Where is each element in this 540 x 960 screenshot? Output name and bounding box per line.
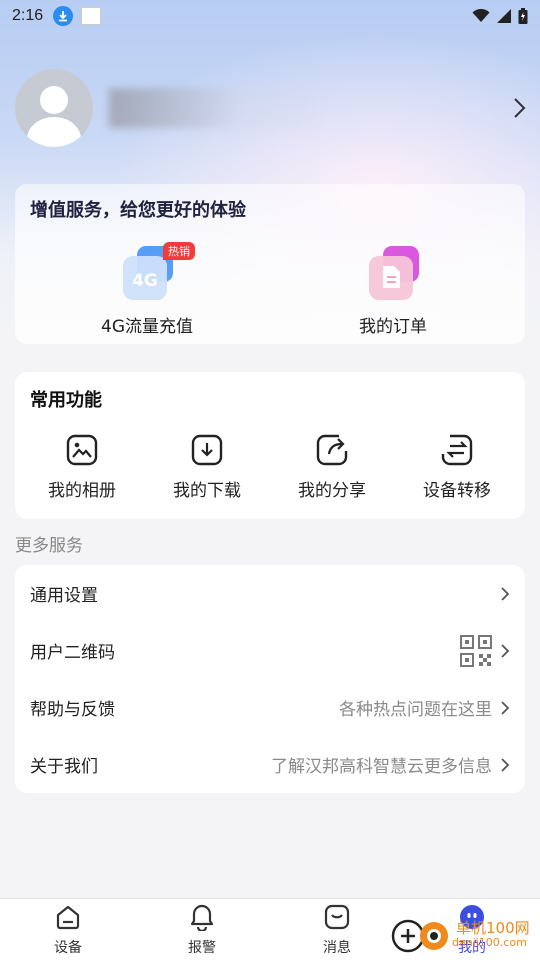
wifi-icon (472, 9, 490, 22)
bottom-tab-bar: 设备 报警 消息 我的 (0, 898, 540, 960)
my-album-label: 我的相册 (48, 481, 116, 501)
help-feedback-row[interactable]: 帮助与反馈 各种热点问题在这里 (15, 679, 525, 736)
user-qrcode-row[interactable]: 用户二维码 (15, 622, 525, 679)
device-icon (56, 905, 80, 930)
about-us-label: 关于我们 (30, 757, 98, 777)
common-functions-card: 常用功能 我的相册 我的下载 我的分享 设备转移 (15, 372, 525, 519)
more-services-caption: 更多服务 (15, 536, 83, 556)
traffic-recharge-label: 4G流量充值 (101, 317, 193, 337)
hot-sale-badge: 热销 (163, 242, 195, 260)
help-feedback-label: 帮助与反馈 (30, 700, 115, 720)
my-orders-button[interactable]: 我的订单 (313, 244, 473, 337)
battery-icon (518, 8, 528, 24)
status-bar: 2:16 (0, 0, 540, 32)
tab-device-label: 设备 (54, 940, 82, 956)
username-blurred (109, 88, 329, 128)
signal-icon (497, 9, 511, 23)
common-functions-title: 常用功能 (30, 390, 102, 411)
my-downloads-button[interactable]: 我的下载 (152, 434, 262, 501)
tab-message-label: 消息 (323, 940, 351, 956)
tab-mine[interactable]: 我的 (432, 903, 512, 957)
tab-mine-label: 我的 (458, 940, 486, 956)
user-qrcode-label: 用户二维码 (30, 643, 115, 663)
value-added-services-card: 增值服务，给您更好的体验 4G 热销 4G流量充值 我的订单 (15, 184, 525, 344)
about-us-hint: 了解汉邦高科智慧云更多信息 (271, 757, 492, 777)
album-icon (66, 434, 98, 466)
chevron-right-icon (501, 643, 510, 658)
transfer-icon (441, 434, 473, 466)
profile-face-icon (460, 905, 484, 929)
general-settings-row[interactable]: 通用设置 (15, 565, 525, 622)
order-document-icon (369, 246, 419, 300)
download-notification-icon (53, 6, 74, 26)
my-album-button[interactable]: 我的相册 (27, 434, 137, 501)
value-added-title: 增值服务，给您更好的体验 (30, 200, 246, 221)
chevron-right-icon (501, 586, 510, 601)
profile-header[interactable] (15, 68, 530, 148)
app-notification-icon (81, 7, 102, 25)
tab-alarm[interactable]: 报警 (162, 903, 242, 957)
about-us-row[interactable]: 关于我们 了解汉邦高科智慧云更多信息 (15, 736, 525, 793)
qr-code-icon (460, 634, 492, 667)
more-services-list: 通用设置 用户二维码 帮助与反馈 各种热点问题在这里 关于我们 了解汉邦高科智慧… (15, 565, 525, 793)
device-transfer-label: 设备转移 (423, 481, 491, 501)
tab-device[interactable]: 设备 (28, 903, 108, 957)
help-feedback-hint: 各种热点问题在这里 (339, 700, 492, 720)
bell-icon (190, 904, 214, 933)
status-time: 2:16 (12, 7, 44, 24)
avatar[interactable] (15, 69, 93, 147)
download-icon (191, 434, 223, 466)
tab-alarm-label: 报警 (188, 940, 216, 956)
chevron-right-icon (501, 700, 510, 715)
share-icon (316, 434, 348, 466)
my-downloads-label: 我的下载 (173, 481, 241, 501)
traffic-recharge-button[interactable]: 4G 热销 4G流量充值 (67, 242, 227, 337)
general-settings-label: 通用设置 (30, 586, 98, 606)
tab-message[interactable]: 消息 (297, 903, 377, 957)
chevron-right-icon (501, 757, 510, 772)
my-share-button[interactable]: 我的分享 (277, 434, 387, 501)
my-orders-label: 我的订单 (359, 317, 427, 337)
device-transfer-button[interactable]: 设备转移 (402, 434, 512, 501)
svg-text:4G: 4G (132, 271, 158, 291)
my-share-label: 我的分享 (298, 481, 366, 501)
chevron-right-icon[interactable] (512, 97, 526, 119)
message-icon (324, 904, 350, 930)
